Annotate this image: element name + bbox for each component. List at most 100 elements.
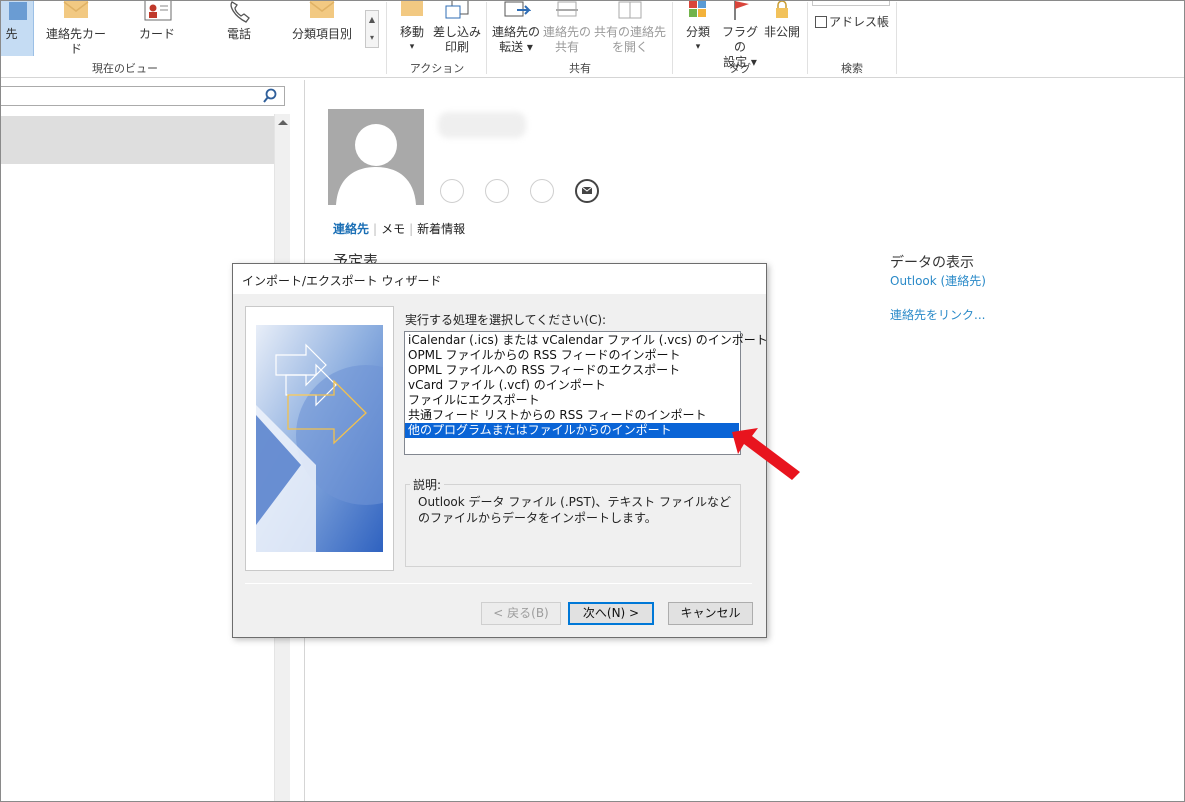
view-phone-label: 電話 [226, 27, 251, 41]
open-shared-label-1: 共有の連絡先 [594, 25, 667, 39]
forward-contact-icon [504, 1, 531, 17]
envelope-icon [581, 186, 593, 194]
task-option[interactable]: 他のプログラムまたはファイルからのインポート [405, 423, 739, 438]
envelope-icon [309, 0, 335, 18]
contact-card-icon [8, 2, 27, 20]
data-view-heading: データの表示 [890, 255, 974, 271]
search-icon[interactable] [262, 88, 278, 104]
mail-merge-label-2: 印刷 [444, 40, 469, 54]
mail-merge-icon [445, 0, 469, 19]
search-people-box[interactable] [812, 0, 890, 6]
mail-merge-label-1: 差し込み [432, 25, 481, 39]
group-label-search: 検索 [841, 62, 863, 75]
gallery-scroll[interactable]: ▲ ▾ [365, 10, 379, 48]
forward-contact-button[interactable]: 連絡先の 転送 ▾ [490, 0, 542, 56]
forward-contact-label-2: 転送 ▾ [499, 40, 533, 54]
description-text: Outlook データ ファイル (.PST)、テキスト ファイルなどのファイル… [418, 495, 731, 525]
flag-label-1: フラグの [721, 25, 758, 54]
view-business-card-label: 連絡先カード [45, 27, 106, 56]
selected-contact-row[interactable] [0, 116, 274, 164]
open-shared-label-2: を開く [611, 40, 648, 54]
contact-name-blurred [438, 112, 526, 138]
dialog-title: インポート/エクスポート ウィザード [233, 264, 766, 294]
task-option[interactable]: 共通フィード リストからの RSS フィードのインポート [405, 408, 740, 423]
group-label-tags: タグ [729, 62, 751, 75]
contact-avatar [328, 109, 424, 205]
categorize-label: 分類 [685, 25, 710, 39]
description-label: 説明: [410, 476, 445, 493]
flag-button[interactable]: フラグの 設定 ▾ [718, 0, 762, 69]
phone-icon [230, 1, 250, 23]
task-listbox[interactable]: iCalendar (.ics) または vCalendar ファイル (.vc… [404, 331, 768, 455]
group-label-actions: アクション [409, 62, 465, 75]
view-card-button[interactable]: カード [134, 0, 180, 56]
call-icon[interactable] [485, 179, 509, 203]
contact-tabs: 連絡先 | メモ | 新着情報 [333, 220, 469, 237]
view-card-label: カード [138, 27, 175, 41]
flag-icon [734, 0, 749, 20]
folder-move-icon [401, 0, 423, 16]
contact-search-input[interactable] [0, 86, 285, 106]
move-label: 移動 [399, 25, 424, 39]
video-icon[interactable] [530, 179, 554, 203]
link-contact-link[interactable]: 連絡先をリンク... [890, 306, 985, 323]
task-option[interactable]: vCard ファイル (.vcf) のインポート [405, 378, 740, 393]
im-icon[interactable] [440, 179, 464, 203]
categorize-icon [689, 0, 706, 17]
address-book-button[interactable]: アドレス帳 [815, 13, 889, 30]
share-contact-icon [556, 1, 578, 17]
tab-whats-new[interactable]: 新着情報 [417, 222, 465, 236]
categorize-dropdown-icon: ▾ [695, 42, 701, 52]
open-shared-contacts-button[interactable]: 共有の連絡先 を開く [594, 0, 666, 56]
private-button[interactable]: 非公開 [762, 0, 802, 56]
ribbon: 先 連絡先カード カード 電話 分類項目別 ▲ ▾ 現在のビュー 移動 ▾ 差し… [0, 0, 1185, 78]
share-contact-button[interactable]: 連絡先の 共有 [542, 0, 592, 56]
envelope-icon [63, 0, 89, 18]
task-option[interactable]: iCalendar (.ics) または vCalendar ファイル (.vc… [405, 333, 768, 348]
tab-separator: | [409, 222, 414, 236]
ribbon-separator [896, 2, 897, 74]
private-label: 非公開 [763, 25, 800, 39]
cancel-button[interactable]: キャンセル [668, 602, 753, 625]
back-button[interactable]: < 戻る(B) [481, 602, 561, 625]
email-icon[interactable] [575, 179, 599, 203]
view-business-card-button[interactable]: 連絡先カード [42, 0, 110, 56]
data-source-link[interactable]: Outlook (連絡先) [890, 272, 986, 289]
scroll-up-icon[interactable] [278, 120, 288, 125]
tab-contact[interactable]: 連絡先 [333, 222, 369, 236]
view-category-label: 分類項目別 [291, 27, 352, 41]
annotation-arrow-icon [732, 428, 800, 480]
share-contact-label-1: 連絡先の [542, 25, 591, 39]
address-book-label: アドレス帳 [829, 15, 890, 29]
view-contact-button[interactable]: 先 [0, 0, 34, 56]
task-prompt: 実行する処理を選択してください(C): [405, 313, 607, 327]
move-dropdown-icon: ▾ [409, 42, 415, 52]
view-phone-button[interactable]: 電話 [216, 0, 262, 56]
mail-merge-button[interactable]: 差し込み 印刷 [432, 0, 482, 56]
ribbon-separator [672, 2, 673, 74]
task-option[interactable]: OPML ファイルからの RSS フィードのインポート [405, 348, 740, 363]
dialog-separator [245, 583, 752, 584]
categorize-button[interactable]: 分類 ▾ [680, 0, 716, 56]
gallery-up-icon[interactable]: ▲ [366, 11, 378, 29]
task-option[interactable]: ファイルにエクスポート [405, 393, 740, 408]
tab-notes[interactable]: メモ [381, 222, 405, 236]
view-category-button[interactable]: 分類項目別 [288, 0, 356, 56]
ribbon-separator [486, 2, 487, 74]
move-button[interactable]: 移動 ▾ [394, 0, 430, 56]
group-label-current-view: 現在のビュー [92, 62, 158, 75]
wizard-graphic [245, 306, 394, 571]
task-option[interactable]: OPML ファイルへの RSS フィードのエクスポート [405, 363, 740, 378]
lock-icon [776, 0, 788, 18]
import-export-wizard-dialog: インポート/エクスポート ウィザード 実行する処理を選択してください(C): i… [232, 263, 768, 638]
open-shared-icon [618, 1, 642, 19]
gallery-more-icon[interactable]: ▾ [366, 29, 378, 47]
address-book-icon [815, 16, 827, 28]
tab-separator: | [373, 222, 378, 236]
ribbon-separator [386, 2, 387, 74]
view-contact-label: 先 [5, 27, 18, 41]
forward-contact-label-1: 連絡先の [491, 25, 540, 39]
share-contact-label-2: 共有 [554, 40, 579, 54]
person-silhouette-icon [336, 124, 416, 205]
next-button[interactable]: 次へ(N) > [568, 602, 654, 625]
